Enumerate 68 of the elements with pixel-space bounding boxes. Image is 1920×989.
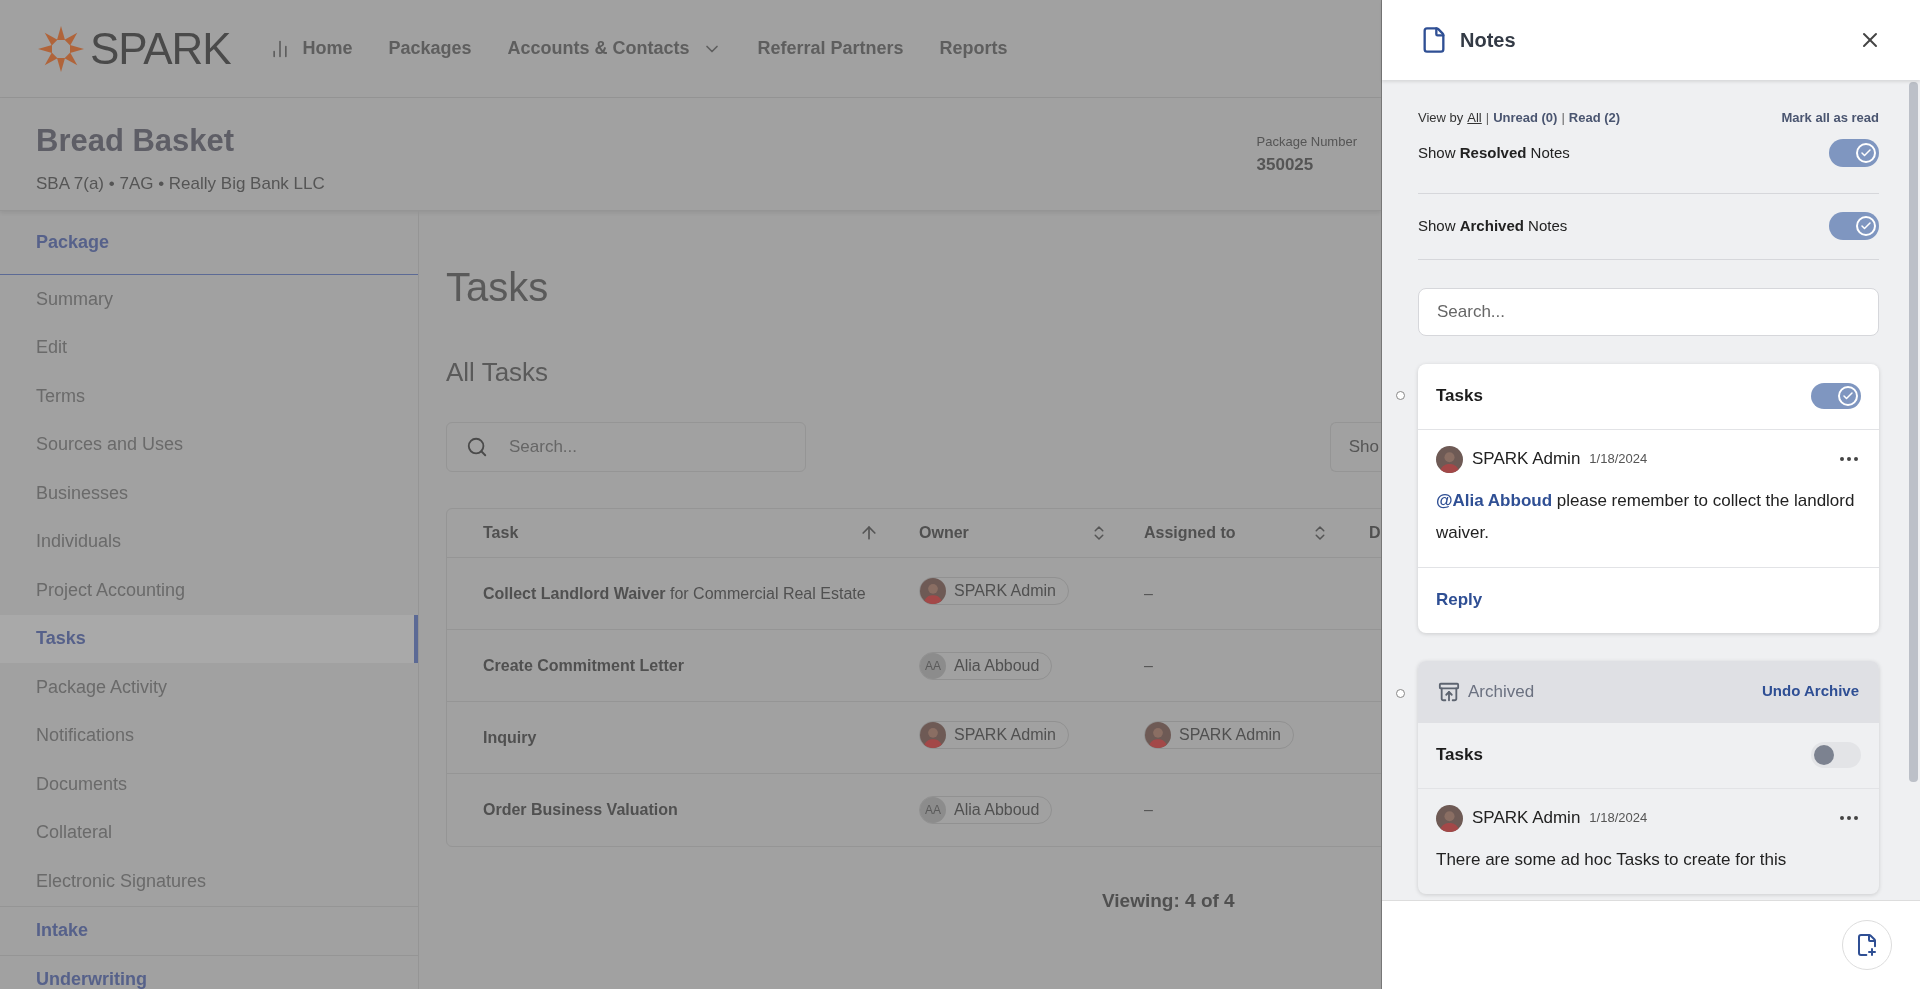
note-date: 1/18/2024	[1589, 809, 1648, 828]
avatar	[1436, 445, 1463, 473]
avatar	[1436, 804, 1463, 832]
filter-link[interactable]: Unread (0)	[1493, 108, 1558, 128]
page-title: Tasks	[446, 264, 550, 311]
pipe-symbol: |	[1561, 109, 1565, 127]
search-field[interactable]: Search...	[446, 422, 806, 472]
search-icon	[466, 436, 488, 458]
toggle-label: Show Archived Notes	[1418, 215, 1568, 236]
reply-link[interactable]: Reply	[1436, 587, 1483, 613]
section-title: All Tasks	[446, 356, 550, 389]
empty-value: –	[1144, 801, 1153, 818]
pipe-symbol: |	[1485, 109, 1490, 127]
toggle-switch[interactable]	[1829, 212, 1879, 240]
add-note-icon	[1855, 933, 1879, 957]
note-author: SPARK Admin	[1472, 448, 1581, 471]
notes-search-field[interactable]: Search...	[1418, 287, 1879, 336]
task-name[interactable]: Order Business Valuation	[483, 801, 678, 818]
task-name[interactable]: Create Commitment Letter	[483, 656, 684, 674]
toggle-switch[interactable]	[1811, 742, 1861, 768]
package-number-label: Package Number	[1256, 133, 1357, 151]
view-by-label: View by	[1418, 109, 1464, 127]
note-text: There are some ad hoc Tasks to create for this	[1436, 848, 1788, 871]
task-name[interactable]: Inquiry	[483, 728, 537, 746]
note-topic: Tasks	[1436, 385, 1483, 408]
column-header[interactable]: Assigned to	[1126, 521, 1351, 545]
undo-archive-link[interactable]: Undo Archive	[1762, 680, 1859, 703]
add-note-button[interactable]	[1842, 920, 1892, 970]
toggle-switch[interactable]	[1811, 383, 1861, 409]
viewing-count: Viewing: 4 of 4	[1102, 889, 1236, 913]
nav-link[interactable]: Reports	[939, 35, 1008, 62]
filter-link[interactable]: Read (2)	[1568, 108, 1621, 128]
note-author: SPARK Admin	[1472, 807, 1581, 830]
package-number: 350025	[1256, 153, 1315, 176]
check-icon	[1842, 390, 1854, 402]
sidebar-section[interactable]: Package	[0, 211, 418, 275]
note-text: @Alia Abboud please remember to collect the landlord waiver.	[1436, 489, 1856, 544]
task-name[interactable]: Collect Landlord Waiver for Commercial Real Estate	[483, 584, 866, 602]
archive-icon	[1438, 680, 1460, 703]
nav-link[interactable]: Accounts & Contacts	[507, 35, 722, 62]
column-header[interactable]: D	[1351, 521, 1381, 545]
scrollbar[interactable]	[1909, 82, 1918, 782]
nav-link[interactable]: Home	[270, 35, 353, 62]
package-title: Bread Basket	[36, 122, 236, 160]
avatar	[1145, 721, 1171, 748]
nav-link[interactable]: Packages	[388, 35, 472, 62]
check-icon	[1860, 220, 1872, 232]
sidebar-section[interactable]: Intake	[0, 905, 418, 955]
sidebar-item[interactable]: Tasks	[0, 614, 418, 663]
toggle-label: Show Resolved Notes	[1418, 142, 1570, 163]
mark-all-read-link[interactable]: Mark all as read	[1781, 108, 1879, 128]
sidebar-section[interactable]: Underwriting	[0, 954, 418, 989]
nav-link[interactable]: Referral Partners	[757, 35, 904, 62]
package-subtitle: SBA 7(a) • 7AG • Really Big Bank LLC	[36, 172, 325, 195]
empty-value: –	[1144, 584, 1153, 602]
logo-text: SPARK	[90, 26, 231, 71]
note-date: 1/18/2024	[1589, 450, 1648, 469]
column-header[interactable]: Owner	[901, 521, 1126, 545]
column-header[interactable]: Task	[447, 521, 901, 545]
filter-link[interactable]: All	[1467, 108, 1482, 128]
note-topic: Tasks	[1436, 744, 1483, 767]
toggle-switch[interactable]	[1829, 139, 1879, 167]
avatar	[920, 721, 946, 748]
empty-value: –	[1144, 656, 1153, 674]
archived-label: Archived	[1468, 680, 1535, 703]
avatar	[920, 577, 946, 604]
panel-title: Notes	[1460, 28, 1516, 53]
check-icon	[1860, 147, 1872, 159]
